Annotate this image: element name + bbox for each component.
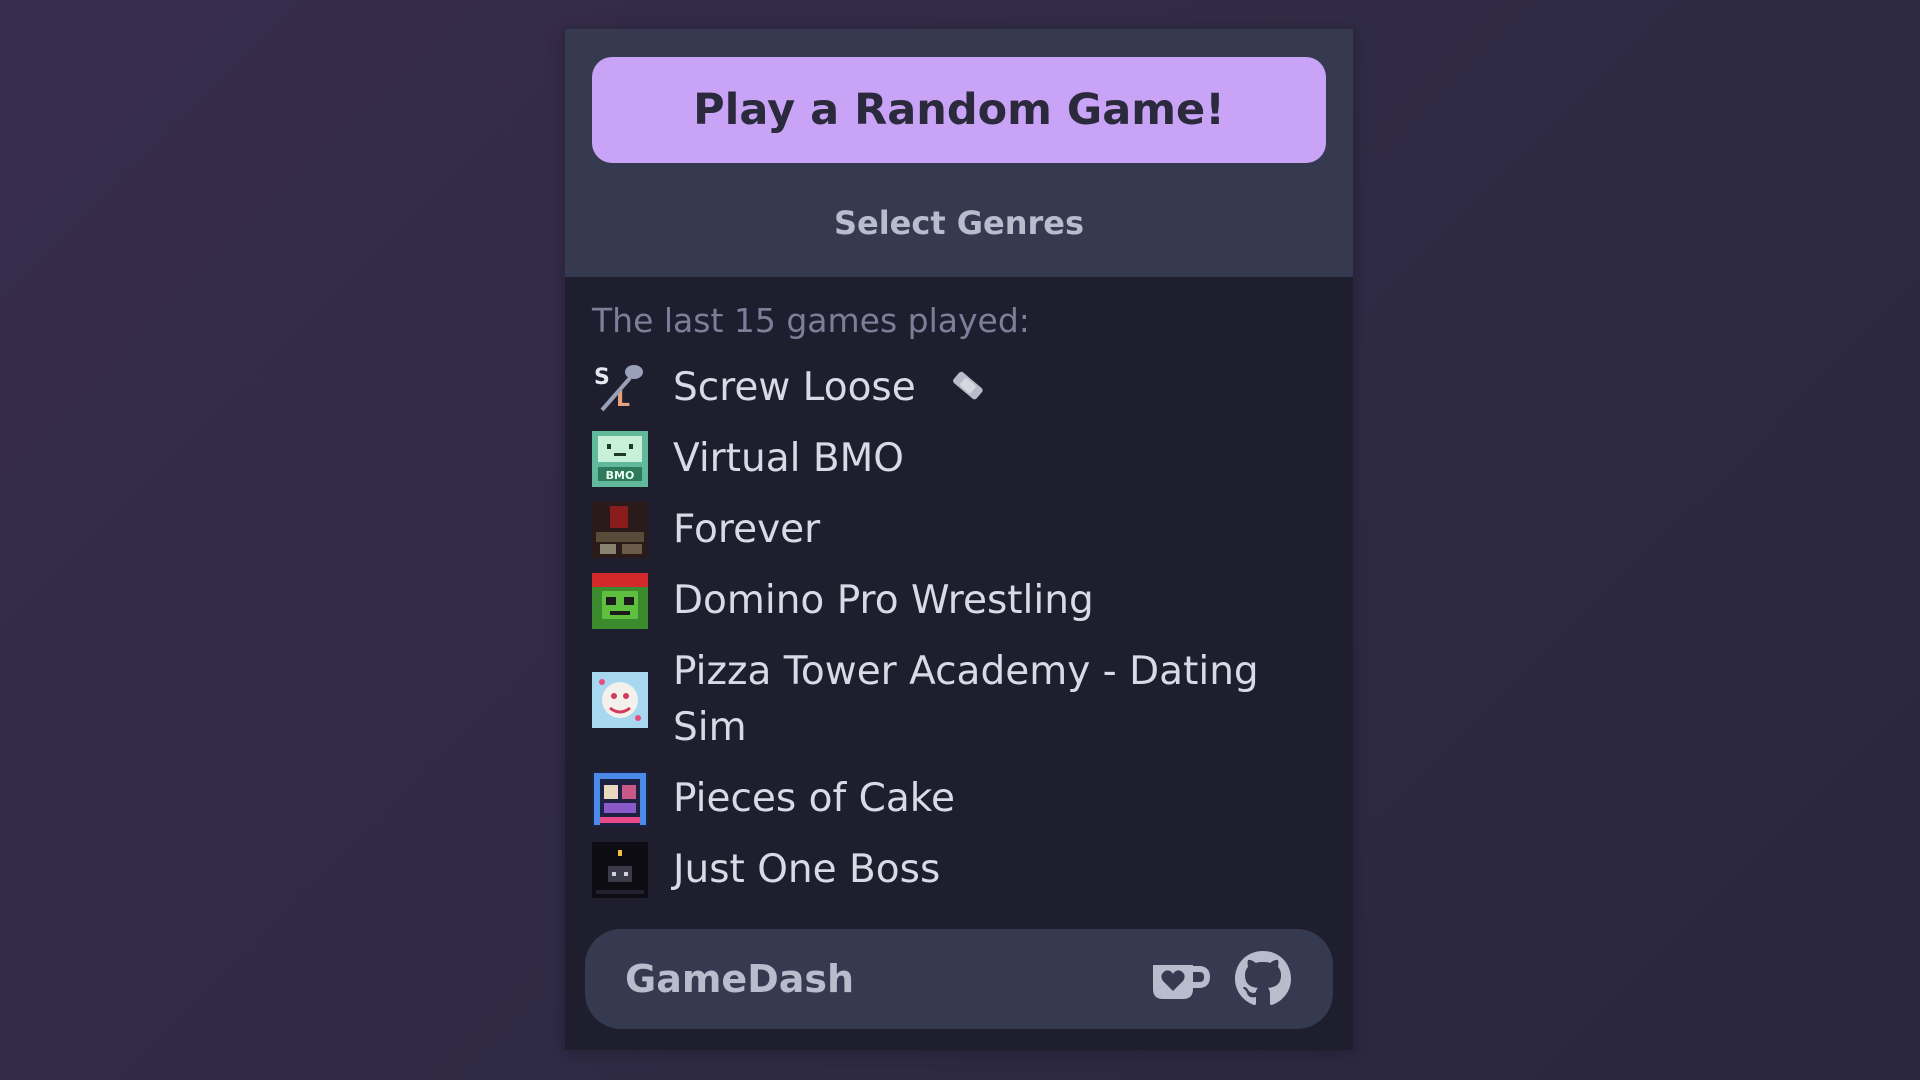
game-title: Forever xyxy=(673,507,821,552)
game-item-virtual-bmo[interactable]: BMO Virtual BMO xyxy=(592,431,1326,487)
recent-games-list: S L Screw Loose BMO Virtual BMO Forever … xyxy=(592,360,1326,898)
kofi-cup-icon[interactable] xyxy=(1147,949,1211,1013)
game-item-pieces-of-cake[interactable]: Pieces of Cake xyxy=(592,771,1326,827)
domino-pro-wrestling-thumbnail xyxy=(592,573,648,629)
github-icon[interactable] xyxy=(1231,947,1295,1011)
svg-text:BMO: BMO xyxy=(606,469,635,482)
gamedash-popup: Play a Random Game! Select Genres The la… xyxy=(565,29,1353,1050)
game-item-pizza-tower-academy[interactable]: Pizza Tower Academy - Dating Sim xyxy=(592,644,1326,756)
play-random-game-button[interactable]: Play a Random Game! xyxy=(592,57,1326,163)
wrench-badge-icon xyxy=(953,371,983,399)
pieces-of-cake-thumbnail xyxy=(592,771,648,827)
game-item-forever[interactable]: Forever xyxy=(592,502,1326,558)
screw-loose-thumbnail: S L xyxy=(592,360,648,416)
forever-thumbnail xyxy=(592,502,648,558)
action-panel: Play a Random Game! Select Genres xyxy=(565,29,1353,277)
select-genres-link[interactable]: Select Genres xyxy=(565,204,1353,242)
game-item-domino-pro-wrestling[interactable]: Domino Pro Wrestling xyxy=(592,573,1326,629)
game-item-screw-loose[interactable]: S L Screw Loose xyxy=(592,360,1326,416)
game-title: Just One Boss xyxy=(673,847,941,892)
pizza-tower-academy-thumbnail xyxy=(592,672,648,728)
game-title: Screw Loose xyxy=(673,365,916,410)
game-title: Domino Pro Wrestling xyxy=(673,578,1094,623)
app-name: GameDash xyxy=(625,957,855,1001)
recent-games-heading: The last 15 games played: xyxy=(592,301,1030,340)
recent-games-section: The last 15 games played: S L Screw Loos… xyxy=(565,298,1353,898)
game-title: Pieces of Cake xyxy=(673,776,955,821)
svg-text:S: S xyxy=(594,365,610,390)
virtual-bmo-thumbnail: BMO xyxy=(592,431,648,487)
game-item-just-one-boss[interactable]: Just One Boss xyxy=(592,842,1326,898)
game-title: Virtual BMO xyxy=(673,436,904,481)
game-title: Pizza Tower Academy - Dating Sim xyxy=(673,649,1259,750)
footer-bar: GameDash xyxy=(585,929,1333,1029)
just-one-boss-thumbnail xyxy=(592,842,648,898)
